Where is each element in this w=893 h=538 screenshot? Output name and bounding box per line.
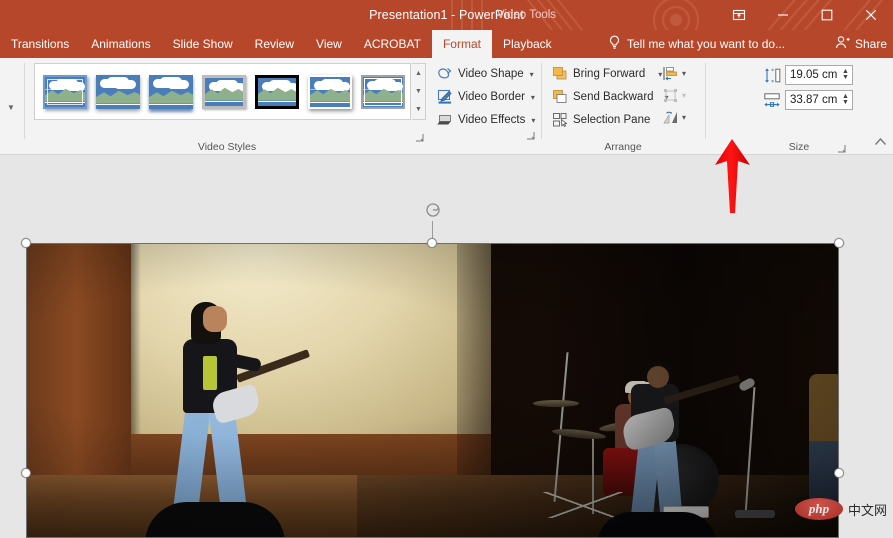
scroll-up-icon[interactable]: ▲ (412, 64, 425, 82)
video-format-dialog-launcher[interactable] (525, 128, 536, 140)
video-frame-content (27, 244, 838, 537)
chevron-down-icon[interactable]: ▾ (682, 113, 686, 122)
chevron-down-icon[interactable]: ▾ (531, 93, 535, 102)
gallery-scrollbar[interactable]: ▲ ▼ ▼ (412, 63, 426, 120)
red-up-arrow-annotation (702, 137, 762, 217)
bring-forward-icon (552, 66, 568, 82)
video-shape-button[interactable]: Video Shape ▾ (434, 63, 537, 85)
handle-top-right[interactable] (834, 238, 844, 248)
rotate-handle-icon[interactable] (424, 201, 444, 221)
lightbulb-icon (608, 35, 621, 53)
scroll-down-icon[interactable]: ▼ (412, 82, 425, 100)
close-icon[interactable] (849, 0, 893, 30)
video-effects-button[interactable]: Video Effects ▾ (434, 109, 538, 131)
chevron-down-icon[interactable]: ▾ (531, 116, 535, 125)
ribbon-display-options-icon[interactable] (717, 0, 761, 30)
video-border-button[interactable]: Video Border ▾ (434, 86, 538, 108)
gallery-prev-icon[interactable]: ▼ (4, 100, 18, 114)
video-style-7[interactable] (359, 73, 407, 111)
video-width-row: 33.87 cm ▲ ▼ (763, 90, 853, 110)
video-style-5-selected[interactable] (253, 73, 301, 111)
video-style-1[interactable] (41, 73, 89, 111)
tab-transitions[interactable]: Transitions (0, 30, 80, 58)
align-icon (662, 65, 679, 82)
video-height-stepper[interactable]: ▲ ▼ (840, 68, 851, 81)
share-person-icon (835, 35, 850, 53)
video-effects-icon (437, 112, 453, 128)
video-style-2[interactable] (94, 73, 142, 111)
powerpoint-window: Presentation1 - PowerPoint Video Tools T… (0, 0, 893, 538)
ribbon-group-video-adjust: Video Shape ▾ Video Border ▾ Video Effec… (430, 58, 540, 155)
minimize-icon[interactable] (761, 0, 805, 30)
size-dialog-launcher[interactable] (836, 141, 847, 153)
rotate-objects-button[interactable]: ▾ (662, 106, 686, 128)
video-style-3[interactable] (147, 73, 195, 111)
ribbon-group-video-styles: ▼ ▲ ▼ ▼ Video Styles (0, 58, 430, 155)
maximize-icon[interactable] (805, 0, 849, 30)
video-styles-dialog-launcher[interactable] (414, 130, 425, 142)
chevron-down-icon[interactable]: ▾ (530, 70, 534, 79)
video-border-label: Video Border (458, 91, 525, 103)
video-shape-icon (437, 66, 453, 82)
tab-slide-show[interactable]: Slide Show (162, 30, 244, 58)
selection-pane-label: Selection Pane (573, 114, 651, 126)
window-controls (717, 0, 893, 30)
ribbon-tab-bar: Transitions Animations Slide Show Review… (0, 30, 893, 58)
more-styles-icon[interactable]: ▼ (412, 101, 425, 119)
tab-animations[interactable]: Animations (80, 30, 161, 58)
tab-playback[interactable]: Playback (492, 30, 563, 58)
send-backward-label: Send Backward (573, 91, 654, 103)
video-border-icon (437, 89, 453, 105)
bring-forward-button[interactable]: Bring Forward ▾ (549, 63, 665, 85)
video-shape-label: Video Shape (458, 68, 524, 80)
video-height-icon (763, 67, 781, 84)
chevron-down-icon-disabled: ▾ (682, 90, 687, 100)
video-placeholder[interactable] (26, 243, 839, 538)
title-bar: Presentation1 - PowerPoint Video Tools (0, 0, 893, 30)
handle-middle-right[interactable] (834, 468, 844, 478)
handle-top-left[interactable] (21, 238, 31, 248)
video-effects-label: Video Effects (458, 114, 526, 126)
tell-me-search[interactable]: Tell me what you want to do... (608, 30, 785, 58)
rotate-icon (662, 109, 679, 126)
video-style-6[interactable] (306, 73, 354, 111)
align-objects-button[interactable]: ▾ (662, 62, 686, 84)
tab-format[interactable]: Format (431, 30, 492, 58)
selection-pane-button[interactable]: Selection Pane (549, 109, 653, 131)
send-backward-button[interactable]: Send Backward ▾ (549, 86, 672, 108)
watermark-text: 中文网 (847, 502, 887, 518)
selection-pane-icon (552, 112, 568, 128)
video-height-row: 19.05 cm ▲ ▼ (763, 65, 853, 85)
video-height-value: 19.05 cm (790, 69, 838, 81)
handle-middle-left[interactable] (21, 468, 31, 478)
video-styles-gallery[interactable] (34, 63, 411, 120)
group-label-video-styles: Video Styles (197, 141, 257, 153)
tell-me-placeholder: Tell me what you want to do... (627, 37, 786, 51)
handle-top-center[interactable] (427, 238, 437, 248)
group-objects-button[interactable]: ▾ (662, 84, 686, 106)
watermark-logo: php (794, 498, 843, 520)
tab-acrobat[interactable]: ACROBAT (353, 30, 432, 58)
video-height-input[interactable]: 19.05 cm ▲ ▼ (785, 65, 853, 85)
video-width-icon (763, 92, 781, 109)
tab-view[interactable]: View (305, 30, 353, 58)
contextual-tab-title: Video Tools (497, 9, 557, 21)
send-backward-icon (552, 89, 568, 105)
video-style-4[interactable] (200, 73, 248, 111)
watermark: php 中文网 (794, 498, 887, 520)
share-button[interactable]: Share (835, 30, 887, 58)
video-width-stepper[interactable]: ▲ ▼ (840, 93, 851, 106)
collapse-ribbon-icon[interactable] (874, 137, 887, 149)
bring-forward-label: Bring Forward (573, 68, 646, 80)
chevron-down-icon[interactable]: ▾ (682, 69, 686, 78)
group-icon (662, 87, 679, 104)
group-label-arrange: Arrange (604, 141, 642, 153)
share-label: Share (854, 37, 887, 51)
arrange-small-buttons: ▾ ▾ ▾ (662, 62, 686, 128)
tab-review[interactable]: Review (244, 30, 305, 58)
video-width-value: 33.87 cm (790, 94, 838, 106)
video-width-input[interactable]: 33.87 cm ▲ ▼ (785, 90, 853, 110)
